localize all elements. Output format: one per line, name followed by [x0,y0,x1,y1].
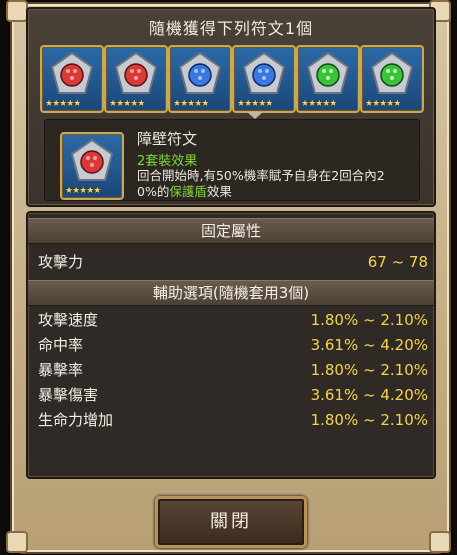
rune-stars: ★★★★★ [173,99,209,109]
rune-gem-icon [370,51,414,94]
rune-stars: ★★★★★ [301,99,337,109]
stat-label: 攻擊速度 [38,311,99,329]
frame-corner-ornament [429,531,451,553]
rune-name: 障壁符文 [137,130,198,148]
stat-value: 1.80% ~ 2.10% [310,411,428,429]
rune-stars: ★★★★★ [237,99,273,109]
stat-row: 暴擊傷害 3.61% ~ 4.20% [38,384,428,406]
selection-pointer-icon [247,112,263,119]
rune-stars: ★★★★★ [45,99,81,109]
stat-label: 攻擊力 [38,253,84,271]
desc-keyword: 保護盾 [169,184,207,199]
desc-text: 回合開始時,有50%機率賦予自身在2回合內2 [137,168,385,183]
stat-value: 1.80% ~ 2.10% [310,311,428,329]
rune-set-label: 2套裝效果 [137,154,198,169]
rune-gem-icon [242,51,286,94]
rune-gem-icon [50,51,94,94]
dialog-title: 隨機獲得下列符文1個 [148,19,314,38]
fixed-stats-header: 固定屬性 [28,218,434,244]
rune-selection-panel: 隨機獲得下列符文1個 ★★★★★ ★★★★★ ★★★★★ ★★★★★ ★★★★★… [26,7,436,207]
stat-label: 命中率 [38,336,84,354]
stat-row: 生命力增加 1.80% ~ 2.10% [38,409,428,431]
rune-detail-card: ★★★★★ 障壁符文 2套裝效果 回合開始時,有50%機率賦予自身在2回合內2 0… [44,119,420,201]
rune-item-blue-1[interactable]: ★★★★★ [168,45,232,113]
stat-value: 3.61% ~ 4.20% [310,386,428,404]
rune-gem-icon [114,51,158,94]
desc-text: 效果 [206,184,232,199]
stat-value: 67 ~ 78 [367,253,428,271]
stat-value: 1.80% ~ 2.10% [310,361,428,379]
desc-text: 0%的 [137,184,170,199]
rune-item-red-1[interactable]: ★★★★★ [40,45,104,113]
frame-corner-ornament [6,531,28,553]
rune-description: 回合開始時,有50%機率賦予自身在2回合內2 0%的保護盾效果 [137,168,407,200]
rune-stars: ★★★★★ [109,99,145,109]
stat-label: 暴擊率 [38,361,84,379]
stat-row: 命中率 3.61% ~ 4.20% [38,334,428,356]
rune-item-blue-2[interactable]: ★★★★★ [232,45,296,113]
close-button[interactable]: 關閉 [155,496,307,548]
rune-item-red-2[interactable]: ★★★★★ [104,45,168,113]
rune-stars: ★★★★★ [365,99,401,109]
stats-panel: 固定屬性 攻擊力 67 ~ 78 輔助選項(隨機套用3個) 攻擊速度 1.80%… [26,211,436,479]
aux-stats-header: 輔助選項(隨機套用3個) [28,280,434,306]
rune-gem-icon [306,51,350,94]
frame-corner-ornament [6,0,28,22]
rune-item-green-2[interactable]: ★★★★★ [360,45,424,113]
selected-rune-icon: ★★★★★ [60,132,124,200]
rune-stars: ★★★★★ [65,186,101,196]
rune-list: ★★★★★ ★★★★★ ★★★★★ ★★★★★ ★★★★★ ★★★★★ [40,45,424,115]
stat-label: 生命力增加 [38,411,114,429]
stat-row: 攻擊速度 1.80% ~ 2.10% [38,309,428,331]
stat-value: 3.61% ~ 4.20% [310,336,428,354]
rune-gem-icon [178,51,222,94]
stat-row: 暴擊率 1.80% ~ 2.10% [38,359,428,381]
rune-gem-icon [70,138,114,181]
stat-label: 暴擊傷害 [38,386,99,404]
stat-row: 攻擊力 67 ~ 78 [38,251,428,273]
rune-item-green-1[interactable]: ★★★★★ [296,45,360,113]
